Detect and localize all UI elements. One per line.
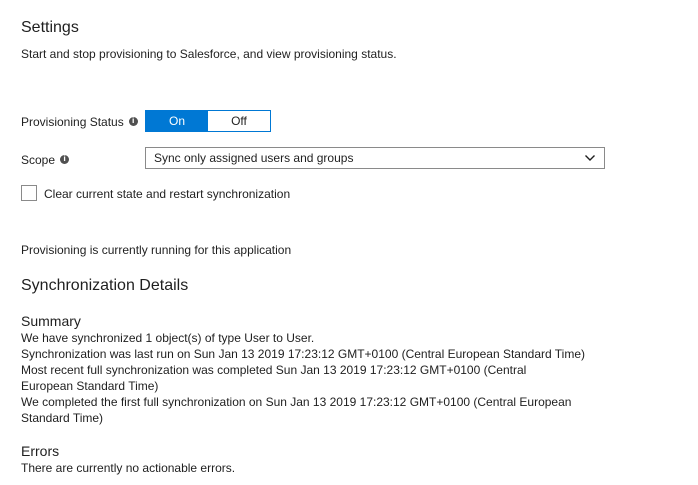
errors-title: Errors xyxy=(21,443,60,459)
provisioning-status-label-group: Provisioning Status i xyxy=(21,115,138,129)
provisioning-status-label: Provisioning Status xyxy=(21,115,124,129)
sync-details-title: Synchronization Details xyxy=(21,277,189,294)
running-status-message: Provisioning is currently running for th… xyxy=(21,243,292,257)
summary-block: We have synchronized 1 object(s) of type… xyxy=(21,330,621,426)
settings-description: Start and stop provisioning to Salesforc… xyxy=(21,47,397,61)
scope-dropdown[interactable]: Sync only assigned users and groups xyxy=(145,147,605,169)
info-icon[interactable]: i xyxy=(60,155,70,165)
summary-line: Most recent full synchronization was com… xyxy=(21,363,527,393)
chevron-down-icon xyxy=(585,155,595,161)
summary-title: Summary xyxy=(21,313,81,329)
summary-line: We completed the first full synchronizat… xyxy=(21,395,572,425)
info-icon[interactable]: i xyxy=(128,117,138,127)
toggle-off-option[interactable]: Off xyxy=(208,111,270,131)
toggle-on-option[interactable]: On xyxy=(146,111,208,131)
restart-sync-checkbox[interactable] xyxy=(21,185,37,201)
provisioning-status-toggle[interactable]: On Off xyxy=(145,110,271,132)
scope-dropdown-value: Sync only assigned users and groups xyxy=(154,151,354,165)
restart-sync-label[interactable]: Clear current state and restart synchron… xyxy=(44,187,290,201)
scope-label-group: Scope i xyxy=(21,153,70,167)
scope-label: Scope xyxy=(21,153,56,167)
errors-text: There are currently no actionable errors… xyxy=(21,461,236,475)
summary-line: Synchronization was last run on Sun Jan … xyxy=(21,347,586,361)
summary-line: We have synchronized 1 object(s) of type… xyxy=(21,331,315,345)
settings-title: Settings xyxy=(21,19,79,36)
